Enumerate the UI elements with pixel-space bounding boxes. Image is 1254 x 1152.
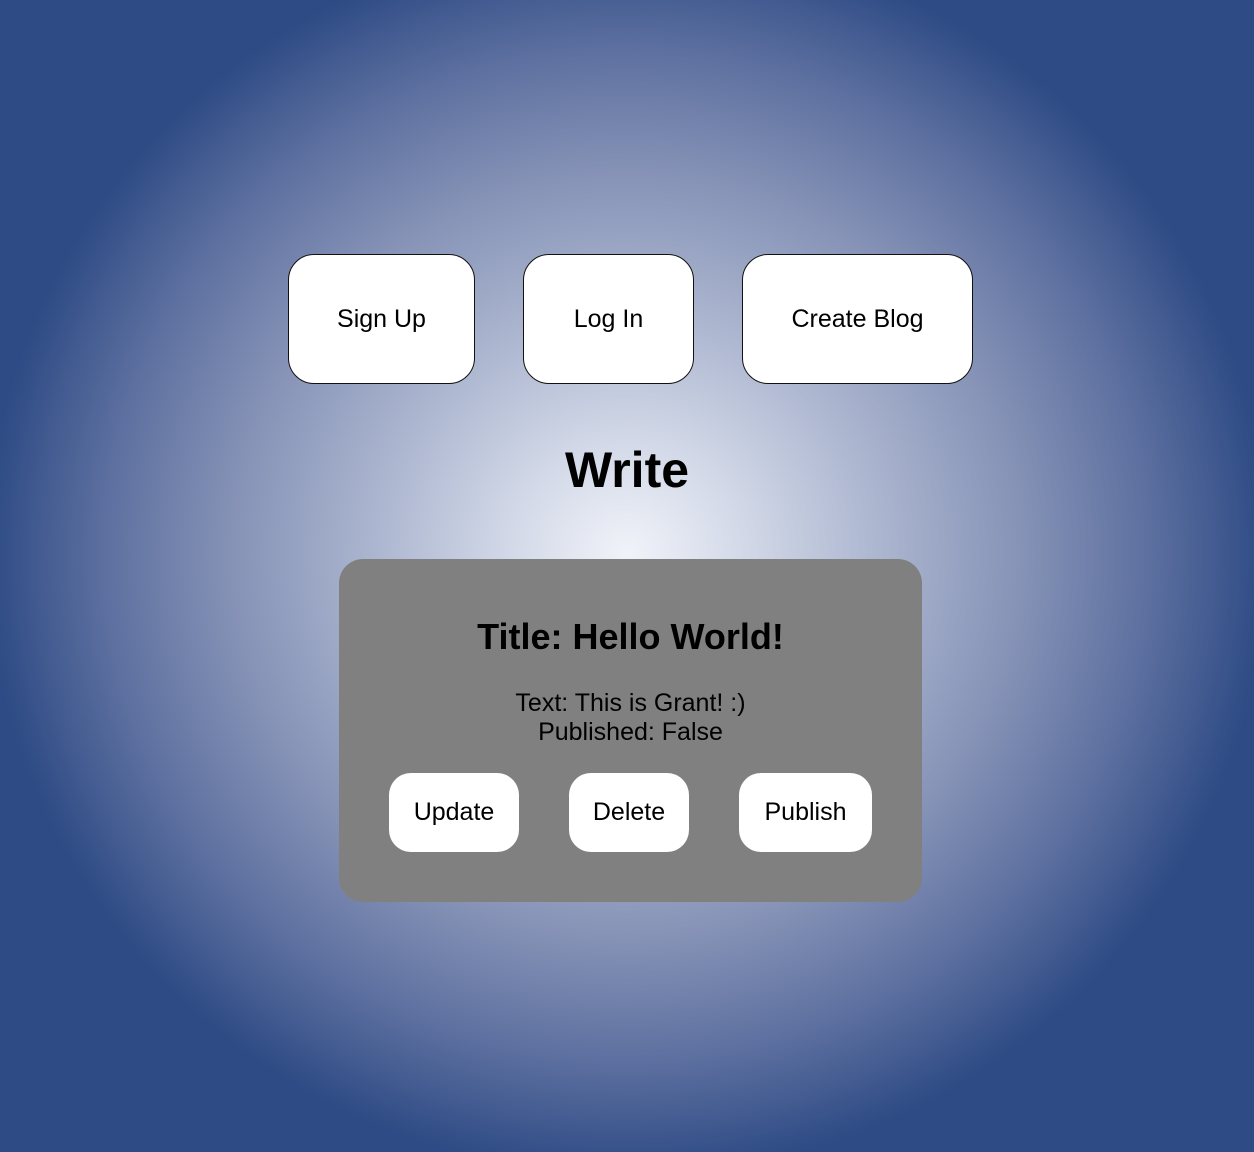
- sign-up-label: Sign Up: [337, 304, 426, 333]
- publish-button[interactable]: Publish: [739, 773, 872, 852]
- update-label: Update: [413, 798, 495, 826]
- sign-up-button[interactable]: Sign Up: [288, 254, 475, 384]
- create-blog-label: Create Blog: [791, 304, 924, 333]
- post-text: Text: This is Grant! :): [515, 689, 746, 717]
- delete-button[interactable]: Delete: [569, 773, 689, 852]
- post-title: Title: Hello World!: [477, 616, 784, 657]
- post-published-status: Published: False: [538, 718, 723, 746]
- log-in-label: Log In: [573, 304, 644, 333]
- post-card: Title: Hello World! Text: This is Grant!…: [339, 559, 922, 902]
- page-title: Write: [564, 442, 690, 498]
- publish-label: Publish: [764, 798, 847, 826]
- create-blog-button[interactable]: Create Blog: [742, 254, 973, 384]
- update-button[interactable]: Update: [389, 773, 519, 852]
- log-in-button[interactable]: Log In: [523, 254, 694, 384]
- delete-label: Delete: [592, 798, 666, 826]
